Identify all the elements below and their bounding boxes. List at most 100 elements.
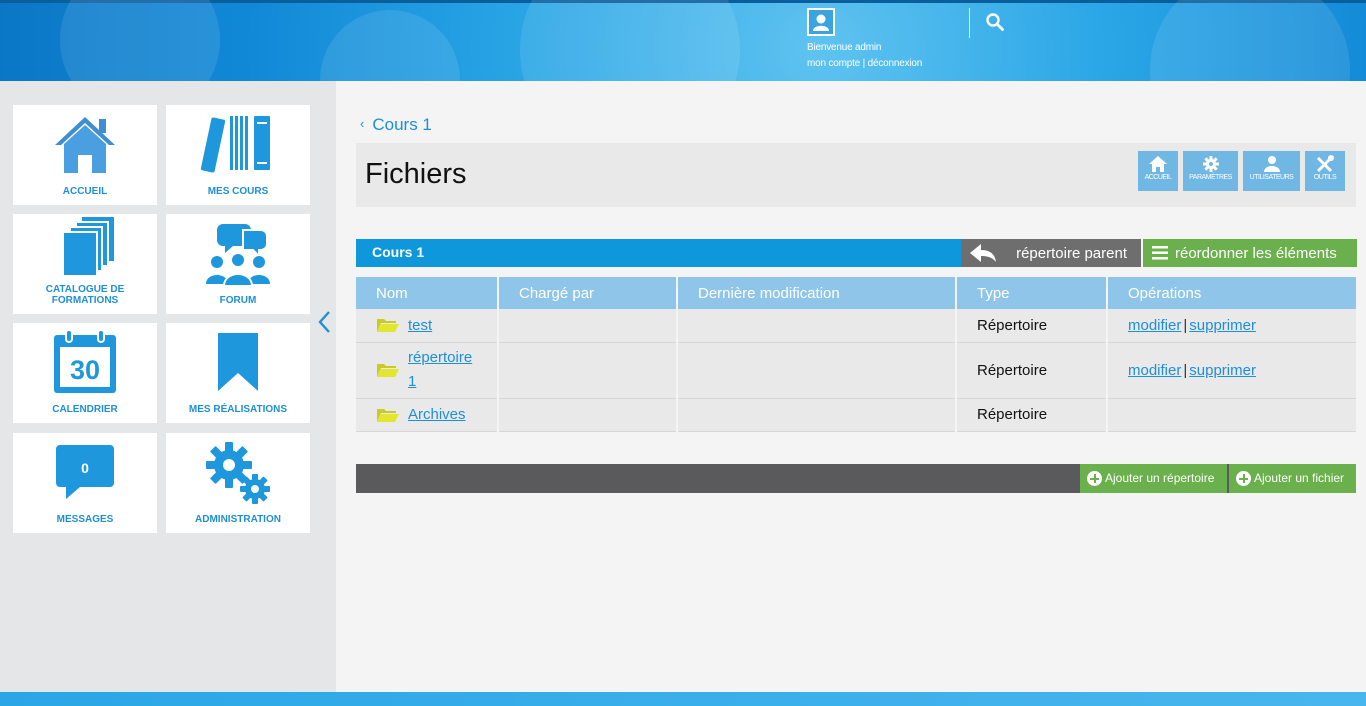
add-folder-button[interactable]: Ajouter un répertoire: [1080, 464, 1227, 493]
sidebar: ACCUEIL MES COURS CATALOGUE DE FORMATION…: [0, 81, 336, 692]
forum-icon: [206, 224, 270, 286]
add-file-button[interactable]: Ajouter un fichier: [1229, 464, 1356, 493]
link-separator: |: [862, 58, 866, 69]
action-bar: Ajouter un répertoire Ajouter un fichier: [356, 464, 1356, 493]
column-header-charge-par[interactable]: Chargé par: [498, 277, 678, 309]
sidebar-tile-label: MES COURS: [207, 186, 269, 197]
catalog-icon: [62, 217, 114, 277]
home-icon: [1149, 156, 1167, 172]
message-count: 0: [81, 460, 89, 476]
column-header-operations: Opérations: [1107, 277, 1356, 309]
tool-utilisateurs-button[interactable]: UTILISATEURS: [1243, 151, 1300, 191]
parent-directory-button[interactable]: répertoire parent: [961, 239, 1141, 267]
reorder-label: réordonner les éléments: [1175, 245, 1337, 262]
list-icon: [1152, 246, 1168, 260]
search-button[interactable]: [985, 12, 1007, 34]
files-table: Nom Chargé par Dernière modification Typ…: [356, 277, 1356, 432]
user-icon: [813, 14, 829, 31]
column-header-type[interactable]: Type: [956, 277, 1108, 309]
tool-label: UTILISATEURS: [1249, 174, 1294, 181]
top-header: Bienvenue admin mon compte | déconnexion: [0, 0, 1366, 81]
calendar-icon: 30: [54, 329, 116, 393]
tool-label: OUTILS: [1313, 174, 1337, 181]
gear-icon: [1202, 156, 1219, 172]
sidebar-tile-label: MES RÉALISATIONS: [188, 404, 288, 415]
sidebar-tile-label: ADMINISTRATION: [195, 514, 281, 525]
parent-directory-label: répertoire parent: [1016, 245, 1127, 262]
modified-cell: [677, 398, 957, 432]
plus-circle-icon: [1236, 471, 1251, 486]
sidebar-tile-administration[interactable]: ADMINISTRATION: [166, 433, 310, 533]
tools-icon: [1316, 155, 1334, 173]
table-row: répertoire 1 Répertoire modifier | supprim…: [356, 342, 1356, 399]
bookmark-icon: [218, 333, 258, 391]
tool-accueil-button[interactable]: ACCUEIL: [1138, 151, 1178, 191]
sidebar-tile-accueil[interactable]: ACCUEIL: [13, 105, 157, 205]
sidebar-tile-mes-cours[interactable]: MES COURS: [166, 105, 310, 205]
folder-icon: [377, 364, 399, 377]
sidebar-tile-label: CALENDRIER: [52, 404, 118, 415]
type-cell: Répertoire: [956, 342, 1108, 399]
chevron-left-icon: ‹: [360, 116, 365, 131]
main-content: ‹ Cours 1 Fichiers ACCUEIL PARAMÈTRES UT…: [336, 81, 1366, 692]
avatar[interactable]: [807, 8, 835, 36]
uploaded-by-cell: [498, 309, 678, 343]
logout-link[interactable]: déconnexion: [868, 58, 923, 69]
type-cell: Répertoire: [956, 309, 1108, 343]
sidebar-tile-calendrier[interactable]: 30 CALENDRIER: [13, 323, 157, 423]
back-link-label: Cours 1: [372, 115, 432, 134]
tool-outils-button[interactable]: OUTILS: [1305, 151, 1345, 191]
gears-icon: [206, 442, 270, 504]
calendar-day: 30: [70, 355, 100, 385]
folder-link[interactable]: répertoire 1: [408, 346, 477, 394]
reorder-button[interactable]: réordonner les éléments: [1143, 239, 1357, 267]
add-file-label: Ajouter un fichier: [1254, 471, 1345, 485]
message-icon: 0: [56, 445, 114, 499]
op-separator: |: [1183, 361, 1188, 379]
welcome-text: Bienvenue admin: [807, 42, 882, 53]
sidebar-tile-label: FORUM: [219, 295, 257, 306]
uploaded-by-cell: [498, 398, 678, 432]
sidebar-tile-messages[interactable]: 0 MESSAGES: [13, 433, 157, 533]
user-icon: [1263, 156, 1280, 172]
folder-icon: [377, 408, 399, 422]
op-separator: |: [1183, 316, 1188, 334]
edit-link[interactable]: modifier: [1128, 317, 1181, 334]
collapse-sidebar-button[interactable]: [316, 309, 334, 335]
tool-parametres-button[interactable]: PARAMÈTRES: [1183, 151, 1238, 191]
sidebar-tile-realisations[interactable]: MES RÉALISATIONS: [166, 323, 310, 423]
account-link[interactable]: mon compte: [807, 58, 860, 69]
reply-arrow-icon: [970, 244, 996, 262]
uploaded-by-cell: [498, 342, 678, 399]
column-header-modification[interactable]: Dernière modification: [677, 277, 957, 309]
tool-label: PARAMÈTRES: [1189, 174, 1232, 181]
add-folder-label: Ajouter un répertoire: [1105, 471, 1215, 485]
folder-link[interactable]: Archives: [408, 406, 466, 423]
current-folder-bar: Cours 1: [356, 239, 961, 267]
delete-link[interactable]: supprimer: [1189, 362, 1256, 379]
title-bar: Fichiers ACCUEIL PARAMÈTRES UTILISATEURS…: [356, 143, 1356, 207]
plus-circle-icon: [1087, 471, 1102, 486]
type-cell: Répertoire: [956, 398, 1108, 432]
delete-link[interactable]: supprimer: [1189, 317, 1256, 334]
table-header-row: Nom Chargé par Dernière modification Typ…: [356, 277, 1356, 309]
edit-link[interactable]: modifier: [1128, 362, 1181, 379]
folder-link[interactable]: test: [408, 317, 432, 334]
chevron-left-icon: [318, 311, 330, 333]
footer-stripe: [0, 692, 1366, 706]
tool-label: ACCUEIL: [1144, 174, 1172, 181]
column-header-nom[interactable]: Nom: [356, 277, 499, 309]
sidebar-tile-catalogue[interactable]: CATALOGUE DE FORMATIONS: [13, 214, 157, 314]
back-link[interactable]: ‹ Cours 1: [360, 115, 432, 135]
account-links: mon compte | déconnexion: [807, 58, 922, 69]
header-divider: [969, 8, 970, 38]
modified-cell: [677, 342, 957, 399]
sidebar-tile-label: ACCUEIL: [62, 186, 108, 197]
folder-icon: [377, 319, 399, 333]
home-icon: [55, 117, 115, 173]
sidebar-tile-label: MESSAGES: [56, 514, 114, 525]
sidebar-tile-forum[interactable]: FORUM: [166, 214, 310, 314]
sidebar-tile-label: CATALOGUE DE FORMATIONS: [45, 284, 125, 306]
table-row: Archives Répertoire: [356, 398, 1356, 432]
modified-cell: [677, 309, 957, 343]
